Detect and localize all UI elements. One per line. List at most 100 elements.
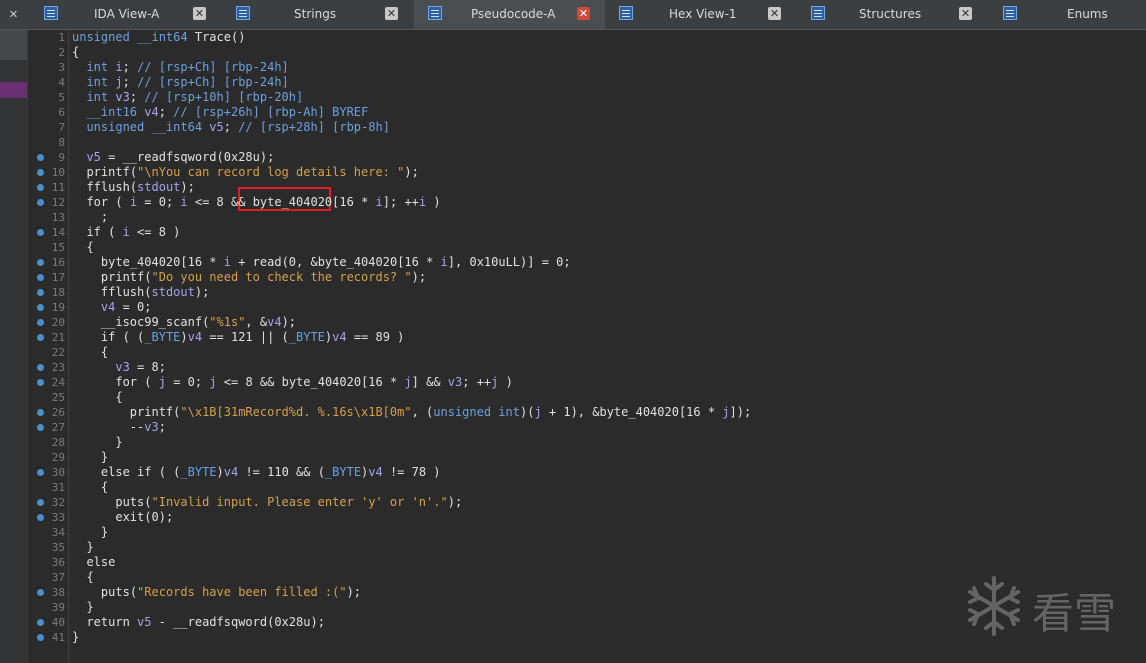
- tab-enums[interactable]: Enums: [991, 0, 1146, 29]
- tab-close-icon[interactable]: ✕: [385, 7, 398, 20]
- tab-close-icon[interactable]: ✕: [577, 7, 590, 20]
- tab-close-icon[interactable]: ✕: [959, 7, 972, 20]
- code-text: else if ( (_BYTE)v4 != 110 && (_BYTE)v4 …: [100, 465, 441, 479]
- breakpoint-dot-icon[interactable]: [37, 169, 44, 176]
- code-line[interactable]: 29 }: [0, 450, 1146, 465]
- code-line[interactable]: 19 v4 = 0;: [0, 300, 1146, 315]
- tab-label: Enums: [1067, 7, 1108, 21]
- tab-hex-view[interactable]: Hex View-1 ✕: [607, 0, 793, 29]
- breakpoint-dot-icon[interactable]: [37, 319, 44, 326]
- code-text: return v5 - __readfsqword(0x28u);: [86, 615, 325, 629]
- code-line[interactable]: 20 __isoc99_scanf("%1s", &v4);: [0, 315, 1146, 330]
- tab-label: Structures: [859, 7, 922, 21]
- code-line[interactable]: 40 return v5 - __readfsqword(0x28u);: [0, 615, 1146, 630]
- code-line[interactable]: 22 {: [0, 345, 1146, 360]
- breakpoint-dot-icon[interactable]: [37, 289, 44, 296]
- code-line[interactable]: 28 }: [0, 435, 1146, 450]
- breakpoint-dot-icon[interactable]: [37, 334, 44, 341]
- tab-strings[interactable]: Strings ✕: [222, 0, 408, 29]
- pseudocode-icon: [428, 6, 442, 20]
- code-line[interactable]: 39 }: [0, 600, 1146, 615]
- code-line[interactable]: 34 }: [0, 525, 1146, 540]
- breakpoint-dot-icon[interactable]: [37, 274, 44, 281]
- breakpoint-dot-icon[interactable]: [37, 199, 44, 206]
- breakpoint-dot-icon[interactable]: [37, 304, 44, 311]
- tab-label: Strings: [294, 7, 337, 21]
- breakpoint-dot-icon[interactable]: [37, 409, 44, 416]
- code-line[interactable]: 10 printf("\nYou can record log details …: [0, 165, 1146, 180]
- code-line[interactable]: 36 else: [0, 555, 1146, 570]
- code-line[interactable]: 30 else if ( (_BYTE)v4 != 110 && (_BYTE)…: [0, 465, 1146, 480]
- tab-pseudocode[interactable]: Pseudocode-A ✕: [414, 0, 605, 29]
- breakpoint-dot-icon[interactable]: [37, 379, 44, 386]
- code-line[interactable]: 15 {: [0, 240, 1146, 255]
- code-text: }: [72, 435, 123, 449]
- line-number: 29: [51, 451, 65, 464]
- code-line[interactable]: 3 int i; // [rsp+Ch] [rbp-24h]: [0, 60, 1146, 75]
- code-text: int v3; // [rsp+10h] [rbp-20h]: [86, 90, 304, 104]
- line-number: 6: [58, 106, 65, 119]
- close-icon[interactable]: ✕: [0, 0, 27, 29]
- code-text: exit(0);: [115, 510, 174, 524]
- breakpoint-dot-icon[interactable]: [37, 364, 44, 371]
- breakpoint-dot-icon[interactable]: [37, 154, 44, 161]
- code-text: int j; // [rsp+Ch] [rbp-24h]: [86, 75, 289, 89]
- code-line[interactable]: 35 }: [0, 540, 1146, 555]
- code-line[interactable]: 2{: [0, 45, 1146, 60]
- code-text: }: [72, 600, 94, 614]
- code-text: v3 = 8;: [115, 360, 166, 374]
- line-number: 5: [58, 91, 65, 104]
- code-line[interactable]: 7 unsigned __int64 v5; // [rsp+28h] [rbp…: [0, 120, 1146, 135]
- breakpoint-dot-icon[interactable]: [37, 514, 44, 521]
- code-line[interactable]: 24 for ( j = 0; j <= 8 && byte_404020[16…: [0, 375, 1146, 390]
- code-line[interactable]: 31 {: [0, 480, 1146, 495]
- code-text: __isoc99_scanf("%1s", &v4);: [100, 315, 297, 329]
- code-line[interactable]: 14 if ( i <= 8 ): [0, 225, 1146, 240]
- code-line[interactable]: 17 printf("Do you need to check the reco…: [0, 270, 1146, 285]
- line-number: 39: [51, 601, 65, 614]
- code-line[interactable]: 13 ;: [0, 210, 1146, 225]
- code-line[interactable]: 33 exit(0);: [0, 510, 1146, 525]
- code-line[interactable]: 27 --v3;: [0, 420, 1146, 435]
- code-line[interactable]: 4 int j; // [rsp+Ch] [rbp-24h]: [0, 75, 1146, 90]
- tab-close-icon[interactable]: ✕: [768, 7, 781, 20]
- code-text: --v3;: [72, 420, 166, 434]
- code-line[interactable]: 11 fflush(stdout);: [0, 180, 1146, 195]
- code-line[interactable]: 21 if ( (_BYTE)v4 == 121 || (_BYTE)v4 ==…: [0, 330, 1146, 345]
- code-text: {: [72, 390, 123, 404]
- tab-close-icon[interactable]: ✕: [193, 7, 206, 20]
- code-line[interactable]: 25 {: [0, 390, 1146, 405]
- breakpoint-dot-icon[interactable]: [37, 259, 44, 266]
- breakpoint-dot-icon[interactable]: [37, 589, 44, 596]
- breakpoint-dot-icon[interactable]: [37, 469, 44, 476]
- breakpoint-dot-icon[interactable]: [37, 499, 44, 506]
- code-line[interactable]: 37 {: [0, 570, 1146, 585]
- tab-ida-view[interactable]: IDA View-A ✕: [30, 0, 216, 29]
- code-line[interactable]: 8: [0, 135, 1146, 150]
- tab-structures[interactable]: Structures ✕: [799, 0, 985, 29]
- code-line[interactable]: 12 for ( i = 0; i <= 8 && byte_404020[16…: [0, 195, 1146, 210]
- code-text: else: [86, 555, 116, 569]
- breakpoint-dot-icon[interactable]: [37, 184, 44, 191]
- breakpoint-dot-icon[interactable]: [37, 634, 44, 641]
- code-line[interactable]: 26 printf("\x1B[31mRecord%d. %.16s\x1B[0…: [0, 405, 1146, 420]
- code-text: puts("Records have been filled :(");: [100, 585, 362, 599]
- code-line[interactable]: 5 int v3; // [rsp+10h] [rbp-20h]: [0, 90, 1146, 105]
- breakpoint-dot-icon[interactable]: [37, 619, 44, 626]
- code-line[interactable]: 41}: [0, 630, 1146, 645]
- code-line[interactable]: 9 v5 = __readfsqword(0x28u);: [0, 150, 1146, 165]
- code-text: {: [72, 345, 109, 359]
- code-text: {: [72, 480, 109, 494]
- code-line[interactable]: 32 puts("Invalid input. Please enter 'y'…: [0, 495, 1146, 510]
- breakpoint-dot-icon[interactable]: [37, 424, 44, 431]
- code-line[interactable]: 6 __int16 v4; // [rsp+26h] [rbp-Ah] BYRE…: [0, 105, 1146, 120]
- tab-label: Hex View-1: [669, 7, 737, 21]
- code-line[interactable]: 23 v3 = 8;: [0, 360, 1146, 375]
- code-line[interactable]: 18 fflush(stdout);: [0, 285, 1146, 300]
- code-line[interactable]: 38 puts("Records have been filled :(");: [0, 585, 1146, 600]
- line-number: 31: [51, 481, 65, 494]
- breakpoint-dot-icon[interactable]: [37, 229, 44, 236]
- code-line[interactable]: 1 unsigned __int64 Trace(): [0, 30, 1146, 45]
- code-line[interactable]: 16 byte_404020[16 * i + read(0, &byte_40…: [0, 255, 1146, 270]
- code-text: }: [72, 525, 109, 539]
